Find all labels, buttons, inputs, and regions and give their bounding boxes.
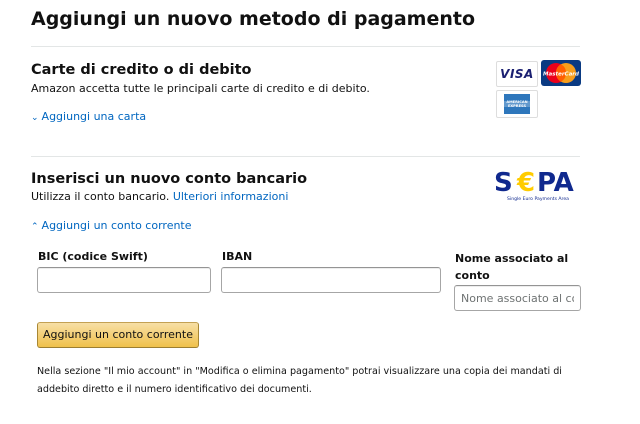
iban-label: IBAN <box>222 250 253 263</box>
more-info-link[interactable]: Ulteriori informazioni <box>173 190 289 203</box>
account-name-label: Nome associato al conto <box>455 252 569 282</box>
bank-description-line: Utilizza il conto bancario. Ulteriori in… <box>31 190 288 203</box>
amex-graphic: AMERICAN EXPRESS <box>504 94 530 114</box>
svg-text:€: € <box>516 168 535 198</box>
add-account-toggle-link[interactable]: ⌃ Aggiungi un conto corrente <box>31 219 192 232</box>
cards-heading: Carte di credito o di debito <box>31 62 252 78</box>
sepa-s: S <box>494 168 513 198</box>
add-account-toggle-label: Aggiungi un conto corrente <box>41 219 192 232</box>
chevron-up-icon: ⌃ <box>31 222 39 232</box>
cards-description: Amazon accetta tutte le principali carte… <box>31 82 370 95</box>
account-name-input[interactable] <box>454 285 581 311</box>
mastercard-graphic: MasterCard <box>543 63 579 83</box>
svg-text:MasterCard: MasterCard <box>543 72 579 78</box>
sepa-graphic: S € PA Single Euro Payments Area <box>494 168 574 202</box>
amex-logo: AMERICAN EXPRESS <box>496 90 538 118</box>
mandate-note: Nella sezione "Il mio account" in "Modif… <box>37 366 562 395</box>
add-card-link[interactable]: ⌄ Aggiungi una carta <box>31 110 146 123</box>
add-account-button[interactable]: Aggiungi un conto corrente <box>37 322 199 348</box>
chevron-down-icon: ⌄ <box>31 113 39 123</box>
sepa-logo: S € PA Single Euro Payments Area <box>493 166 583 204</box>
iban-input[interactable] <box>221 267 441 293</box>
add-card-label: Aggiungi una carta <box>41 110 147 123</box>
bank-heading: Inserisci un nuovo conto bancario <box>31 171 308 187</box>
sepa-tagline: Single Euro Payments Area <box>507 196 569 202</box>
visa-text: VISA <box>500 67 534 81</box>
mastercard-logo: MasterCard <box>541 60 581 86</box>
divider <box>31 156 580 157</box>
visa-logo: VISA <box>496 61 538 87</box>
page-title: Aggiungi un nuovo metodo di pagamento <box>31 8 476 30</box>
bank-description: Utilizza il conto bancario. <box>31 190 170 203</box>
bic-label: BIC (codice Swift) <box>38 250 148 263</box>
divider <box>31 46 580 47</box>
bic-input[interactable] <box>37 267 211 293</box>
sepa-pa: PA <box>537 168 574 198</box>
svg-text:EXPRESS: EXPRESS <box>508 104 527 108</box>
